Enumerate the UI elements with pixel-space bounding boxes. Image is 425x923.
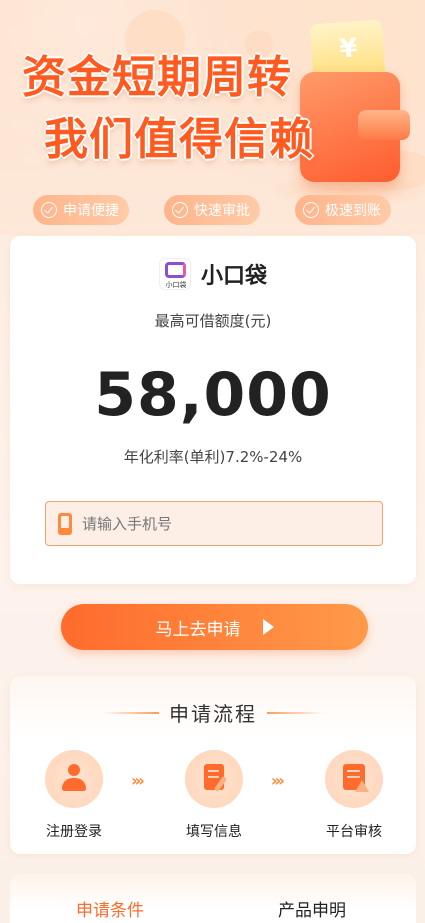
yen-symbol: ¥: [338, 33, 359, 65]
hero-banner: ¥ 资金短期周转 我们值得信赖 申请便捷 快速审批 极速到账: [0, 0, 425, 235]
edit-document-icon: [185, 750, 243, 808]
divider: [267, 711, 323, 714]
brand: 小口袋 小口袋: [10, 258, 416, 290]
max-amount: 58,000: [94, 360, 332, 430]
feature-pill: 极速到账: [295, 195, 391, 225]
process-title: 申请流程: [169, 702, 257, 726]
info-tabs: 申请条件 产品申明: [10, 874, 416, 923]
page: ¥ 资金短期周转 我们值得信赖 申请便捷 快速审批 极速到账 小口袋 小口袋 最…: [0, 0, 425, 923]
hero-title-line1: 资金短期周转: [22, 52, 292, 103]
hero-title-line2: 我们值得信赖: [44, 114, 314, 165]
check-circle-icon: [41, 202, 57, 218]
loan-card: 小口袋 小口袋 最高可借额度(元) 58,000 年化利率(单利)7.2%-24…: [10, 236, 416, 584]
phone-field[interactable]: [45, 501, 383, 546]
check-circle-icon: [172, 202, 188, 218]
check-circle-icon: [303, 202, 319, 218]
feature-pills: 申请便捷 快速审批 极速到账: [0, 195, 425, 225]
phone-icon: [58, 512, 72, 535]
wallet-illustration: ¥: [270, 19, 425, 208]
brand-name: 小口袋: [200, 264, 267, 289]
limit-label: 最高可借额度(元): [154, 312, 272, 330]
phone-input[interactable]: [82, 514, 362, 533]
step-label: 平台审核: [326, 824, 382, 840]
application-process: 申请流程 注册登录 ››› 填写信息 ››› 平台审核: [10, 676, 416, 854]
feature-pill: 快速审批: [164, 195, 260, 225]
tab-conditions[interactable]: 申请条件: [76, 896, 144, 921]
step-label: 注册登录: [46, 824, 102, 840]
feature-label: 快速审批: [194, 203, 250, 219]
process-step-review: 平台审核: [309, 750, 399, 841]
feature-label: 极速到账: [325, 203, 381, 219]
feature-pill: 申请便捷: [33, 195, 129, 225]
chevrons-right-icon: ›››: [271, 771, 285, 790]
process-step-register: 注册登录: [29, 750, 119, 841]
audit-document-icon: [325, 750, 383, 808]
user-icon: [45, 750, 103, 808]
play-arrow-icon: [262, 619, 274, 635]
process-step-fill-info: 填写信息: [169, 750, 259, 841]
chevrons-right-icon: ›››: [131, 771, 145, 790]
step-label: 填写信息: [186, 824, 242, 840]
brand-logo: 小口袋: [158, 258, 191, 290]
apply-button-label: 马上去申请: [155, 619, 241, 640]
process-header: 申请流程: [10, 698, 416, 727]
apply-now-button[interactable]: 马上去申请: [61, 604, 368, 650]
tab-statement[interactable]: 产品申明: [278, 896, 346, 921]
feature-label: 申请便捷: [63, 203, 119, 219]
divider: [103, 711, 159, 714]
interest-rate: 年化利率(单利)7.2%-24%: [123, 448, 303, 466]
